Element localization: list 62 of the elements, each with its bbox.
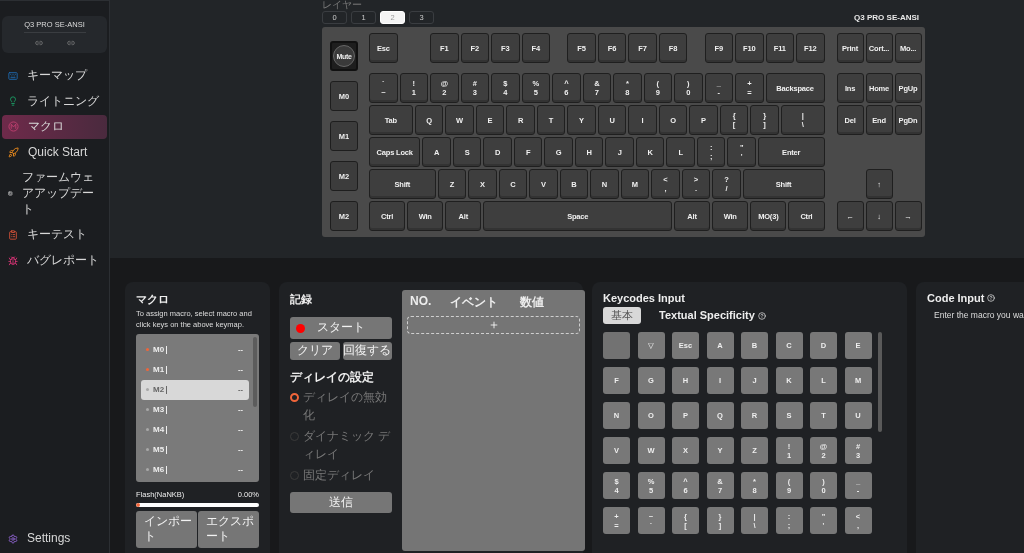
macro-name: M3 <box>153 405 165 414</box>
keycode-key[interactable] <box>603 332 630 360</box>
keycode-tab[interactable]: Textual Specificity <box>651 307 774 325</box>
macro-name: M5 <box>153 445 165 454</box>
column-header: イベント <box>450 294 499 311</box>
radio-label: ディレイの無効化 <box>303 390 388 424</box>
macro-name: M1 <box>153 365 165 374</box>
keyboard-title: Q3 PRO SE-ANSI <box>854 13 920 22</box>
link-icon[interactable] <box>34 39 43 47</box>
clear-button[interactable]: クリア <box>290 342 340 360</box>
settings-icon <box>8 534 18 545</box>
card-title: 記録 <box>290 292 313 307</box>
card-title: マクロ <box>136 292 170 307</box>
clipboard-icon <box>8 229 18 240</box>
add-row-button[interactable] <box>407 316 580 334</box>
radio-button[interactable] <box>290 393 299 402</box>
text-cursor <box>166 365 168 374</box>
card-title: Keycodes Input <box>603 292 686 304</box>
export-button[interactable]: エクスポート <box>198 510 259 548</box>
text-cursor <box>166 405 168 414</box>
card-title: Code Input <box>927 292 1024 304</box>
macro-name: M0 <box>153 345 165 354</box>
radio-label: ダイナミック ディレイ <box>303 428 391 463</box>
text-cursor <box>166 345 168 354</box>
lightbulb-icon <box>8 96 18 107</box>
sidebar-item[interactable]: キーマップ <box>2 64 107 88</box>
help-icon[interactable] <box>987 294 996 302</box>
sidebar-item[interactable]: キーテスト <box>2 223 107 247</box>
macro-icon <box>8 121 19 133</box>
plus-icon <box>488 320 499 330</box>
bug-icon <box>8 255 18 266</box>
text-cursor <box>166 445 168 454</box>
code-input-hint: Enter the macro you wa <box>934 310 1024 320</box>
chip-icon <box>8 189 13 199</box>
sidebar-item[interactable]: ファームウェアアップデート <box>2 166 107 222</box>
settings-item[interactable]: Settings <box>2 527 107 551</box>
sidebar-item[interactable]: ライトニング <box>2 89 107 114</box>
column-header: 数値 <box>520 294 545 311</box>
rocket-icon <box>8 147 19 159</box>
layer-label: レイヤー <box>322 0 362 10</box>
restore-button[interactable]: 回復する <box>342 342 392 360</box>
text-cursor <box>166 385 168 394</box>
keyboard-icon <box>8 70 18 81</box>
sidebar-item[interactable]: バグレポート <box>2 248 107 273</box>
macro-name: M4 <box>153 425 165 434</box>
help-icon[interactable] <box>757 311 766 320</box>
import-button[interactable]: インポート <box>136 510 197 548</box>
send-button[interactable]: 送信 <box>290 491 392 513</box>
sidebar-item[interactable]: マクロ <box>2 115 107 139</box>
radio-label: 固定ディレイ <box>303 467 376 483</box>
sidebar-item[interactable]: Quick Start <box>2 140 107 165</box>
macro-name: M6 <box>153 465 165 474</box>
start-button[interactable]: スタート <box>290 317 392 339</box>
column-header: NO. <box>410 294 433 310</box>
keycode-tab[interactable]: 基本 <box>603 307 641 325</box>
scrollbar-thumb[interactable] <box>878 332 882 433</box>
record-icon <box>296 323 305 333</box>
macro-name: M2 <box>153 385 165 394</box>
delay-title: ディレイの設定 <box>290 369 375 386</box>
link-icon[interactable] <box>66 39 75 47</box>
text-cursor <box>166 465 168 474</box>
text-cursor <box>166 425 168 434</box>
